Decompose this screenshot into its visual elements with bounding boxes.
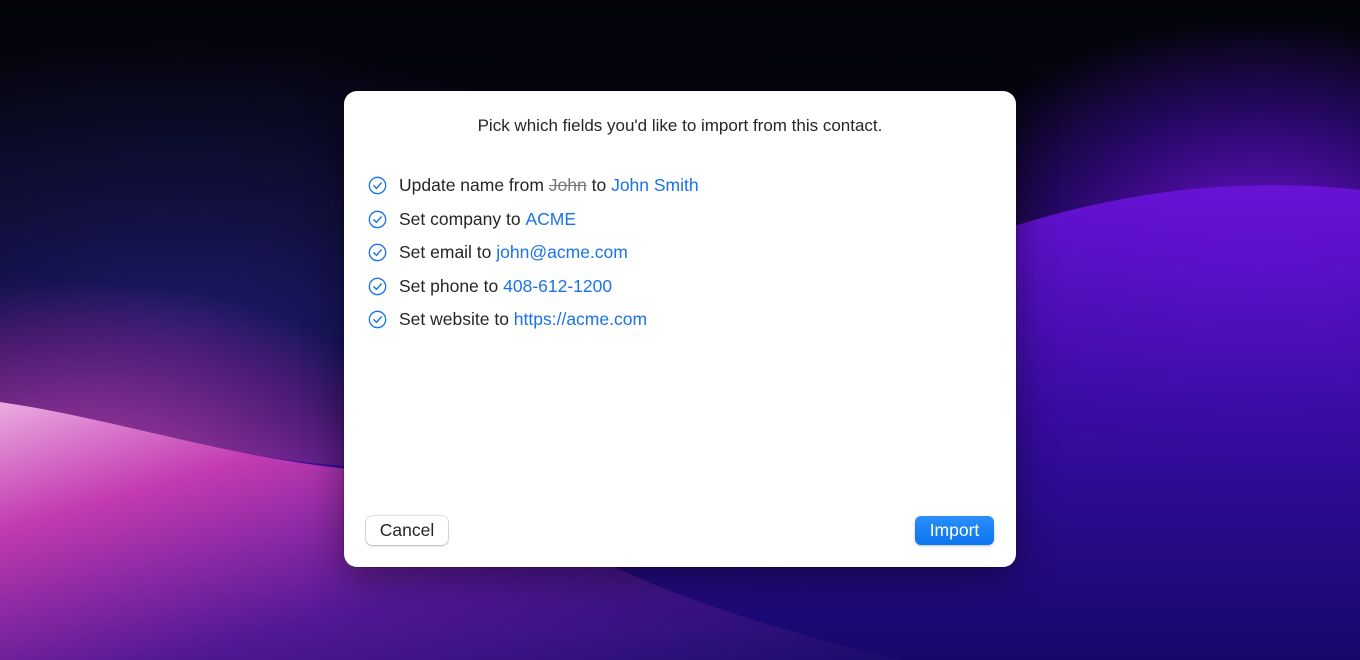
field-connector: to xyxy=(586,175,612,196)
field-label: Set company to xyxy=(399,208,526,229)
field-row-phone[interactable]: Set phone to 408-612-1200 xyxy=(367,270,699,304)
field-label: Set phone to xyxy=(399,275,504,296)
field-label: Set email to xyxy=(399,242,497,263)
checkmark-circle-icon[interactable] xyxy=(367,276,387,296)
checkmark-circle-icon[interactable] xyxy=(367,176,387,196)
checkmark-circle-icon[interactable] xyxy=(367,209,387,229)
checkmark-circle-icon[interactable] xyxy=(367,310,387,330)
import-button[interactable]: Import xyxy=(915,516,994,545)
new-value: https://acme.com xyxy=(513,309,648,330)
cancel-button[interactable]: Cancel xyxy=(366,516,448,545)
field-label: Set website to xyxy=(399,309,514,330)
new-value: john@acme.com xyxy=(496,242,628,263)
new-value: 408-612-1200 xyxy=(503,275,613,296)
field-row-company[interactable]: Set company to ACME xyxy=(367,203,699,237)
dialog-title: Pick which fields you'd like to import f… xyxy=(477,116,883,135)
import-field-list: Update name from John to John Smith Set … xyxy=(367,169,699,337)
field-row-website[interactable]: Set website to https://acme.com xyxy=(367,303,699,337)
field-label: Update name from xyxy=(399,175,549,196)
checkmark-circle-icon[interactable] xyxy=(367,243,387,263)
old-value: John xyxy=(548,175,587,196)
new-value: ACME xyxy=(525,208,577,229)
field-row-email[interactable]: Set email to john@acme.com xyxy=(367,236,699,270)
import-contact-dialog: Pick which fields you'd like to import f… xyxy=(344,91,1016,567)
new-value: John Smith xyxy=(611,175,699,196)
field-row-name[interactable]: Update name from John to John Smith xyxy=(367,169,699,203)
